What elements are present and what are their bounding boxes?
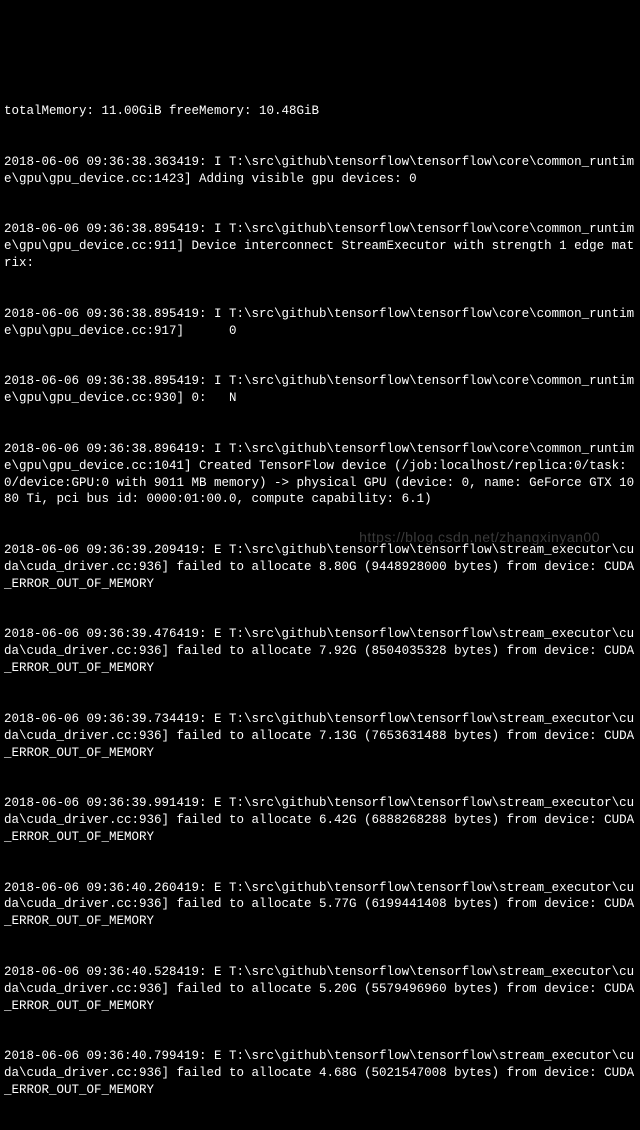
log-line: 2018-06-06 09:36:39.476419: E T:\src\git…: [4, 626, 636, 677]
log-line: totalMemory: 11.00GiB freeMemory: 10.48G…: [4, 103, 636, 120]
log-line: 2018-06-06 09:36:38.895419: I T:\src\git…: [4, 306, 636, 340]
log-line: 2018-06-06 09:36:38.896419: I T:\src\git…: [4, 441, 636, 509]
log-line: 2018-06-06 09:36:38.895419: I T:\src\git…: [4, 373, 636, 407]
log-line: 2018-06-06 09:36:39.991419: E T:\src\git…: [4, 795, 636, 846]
terminal-output: totalMemory: 11.00GiB freeMemory: 10.48G…: [4, 70, 636, 1116]
log-line: 2018-06-06 09:36:38.895419: I T:\src\git…: [4, 221, 636, 272]
log-line: 2018-06-06 09:36:39.734419: E T:\src\git…: [4, 711, 636, 762]
log-line: 2018-06-06 09:36:39.209419: E T:\src\git…: [4, 542, 636, 593]
log-line: 2018-06-06 09:36:40.799419: E T:\src\git…: [4, 1048, 636, 1099]
log-line: 2018-06-06 09:36:38.363419: I T:\src\git…: [4, 154, 636, 188]
log-line: 2018-06-06 09:36:40.260419: E T:\src\git…: [4, 880, 636, 931]
log-line: 2018-06-06 09:36:40.528419: E T:\src\git…: [4, 964, 636, 1015]
